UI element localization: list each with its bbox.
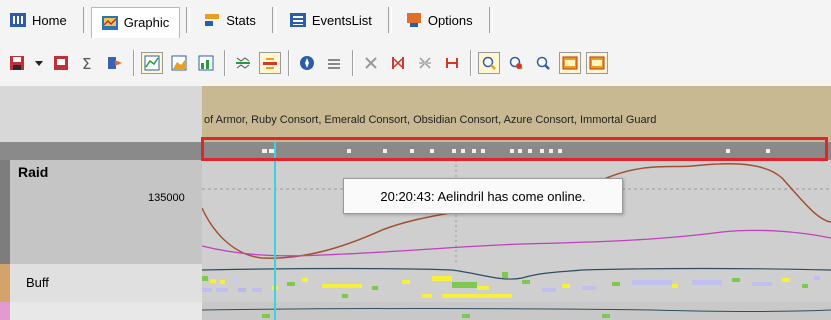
save-icon[interactable] xyxy=(6,52,28,74)
tab-separator xyxy=(186,7,191,33)
cross-wrench-icon[interactable] xyxy=(360,52,382,74)
line-chart-icon[interactable] xyxy=(141,52,163,74)
eventslist-icon xyxy=(289,13,306,27)
toolbar-separator xyxy=(133,50,135,76)
export-icon[interactable] xyxy=(104,52,126,74)
events-highlight-box xyxy=(201,137,828,161)
ribbon-tab-bar: Home Graphic Stats EventsList Options xyxy=(0,0,831,40)
next-row-plot[interactable] xyxy=(202,302,831,320)
raid-scale-value: 135000 xyxy=(148,192,185,204)
next-row-header xyxy=(0,302,202,320)
tab-separator xyxy=(82,7,87,33)
options-icon xyxy=(406,13,422,27)
tab-home-label: Home xyxy=(32,12,67,28)
dropdown-arrow-icon[interactable] xyxy=(33,52,45,74)
chart-view-icon[interactable] xyxy=(559,52,581,74)
collapse-icon[interactable] xyxy=(414,52,436,74)
tab-separator xyxy=(488,7,493,33)
tab-graphic-label: Graphic xyxy=(123,15,170,30)
tab-options-label: Options xyxy=(427,12,473,28)
expand-range-icon[interactable] xyxy=(441,52,463,74)
toolbar-separator xyxy=(288,50,290,76)
tab-stats-label: Stats xyxy=(226,12,256,28)
buff-label: Buff xyxy=(26,275,49,290)
tab-graphic[interactable]: Graphic xyxy=(90,6,181,38)
header-left-panel xyxy=(0,86,202,146)
graphic-icon xyxy=(101,15,118,30)
zoom-icon[interactable] xyxy=(478,52,500,74)
tab-separator xyxy=(387,7,392,33)
align-center-icon[interactable] xyxy=(232,52,254,74)
home-icon xyxy=(10,13,26,27)
toolbar-separator xyxy=(352,50,354,76)
zoom-out-icon[interactable] xyxy=(532,52,554,74)
tab-separator xyxy=(271,7,276,33)
sum-icon[interactable]: Σ xyxy=(77,52,99,74)
stats-icon xyxy=(204,13,220,27)
compass-icon[interactable] xyxy=(296,52,318,74)
tab-eventslist[interactable]: EventsList xyxy=(280,7,382,33)
tab-stats[interactable]: Stats xyxy=(194,7,266,33)
save-as-icon[interactable] xyxy=(50,52,72,74)
graphic-toolbar: Σ xyxy=(0,40,831,86)
events-text: of Armor, Ruby Consort, Emerald Consort,… xyxy=(204,114,657,126)
area-chart-icon[interactable] xyxy=(168,52,190,74)
list-lines-icon[interactable] xyxy=(323,52,345,74)
toolbar-separator xyxy=(224,50,226,76)
tab-home[interactable]: Home xyxy=(0,7,77,33)
tab-options[interactable]: Options xyxy=(396,7,483,33)
event-tooltip: 20:20:43: Aelindril has come online. xyxy=(343,178,623,214)
mark-range-icon[interactable] xyxy=(387,52,409,74)
time-cursor-line[interactable] xyxy=(274,142,276,320)
tab-eventslist-label: EventsList xyxy=(311,12,372,28)
zoom-settings-icon[interactable] xyxy=(505,52,527,74)
svg-text:Σ: Σ xyxy=(82,55,91,71)
raid-label: Raid xyxy=(18,164,49,180)
chart-view-alt-icon[interactable] xyxy=(586,52,608,74)
threshold-line-icon[interactable] xyxy=(259,52,281,74)
buff-plot[interactable] xyxy=(202,264,831,302)
toolbar-separator xyxy=(470,50,472,76)
bar-chart-icon[interactable] xyxy=(195,52,217,74)
